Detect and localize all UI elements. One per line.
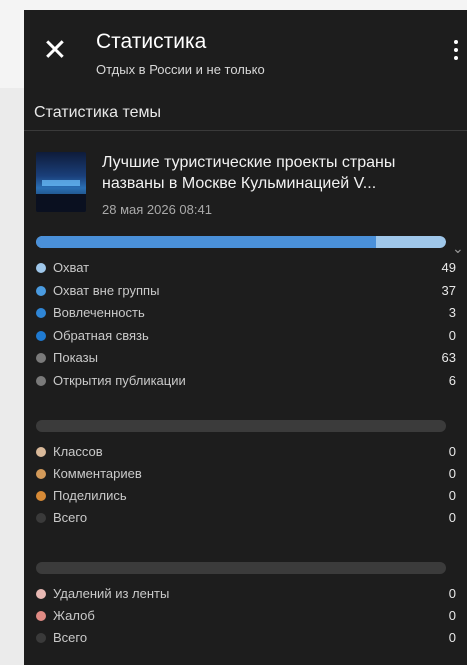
legend-dot-icon [36, 491, 46, 501]
stat-label: Обратная связь [53, 327, 149, 343]
legend-dot-icon [36, 633, 46, 643]
section-title: Статистика темы [34, 104, 162, 121]
background-card [0, 88, 24, 665]
stat-row: Поделились 0 [36, 488, 456, 506]
legend-dot-icon [36, 469, 46, 479]
post-title: Лучшие туристические проекты страны назв… [102, 154, 396, 192]
post-thumbnail [36, 152, 86, 212]
post-card[interactable]: Лучшие туристические проекты страны назв… [36, 152, 461, 222]
stat-value: 3 [448, 305, 456, 320]
stat-label: Комментариев [53, 466, 142, 481]
stat-row: Вовлеченность 3 [36, 305, 456, 323]
stat-label: Поделились [53, 488, 127, 503]
page-title: Статистика [96, 30, 207, 53]
close-icon[interactable]: ✕ [42, 36, 68, 66]
stat-row: Всего 0 [36, 630, 456, 648]
stat-value: 6 [448, 372, 456, 388]
reach-progress-bar [36, 236, 446, 248]
statistics-panel: ✕ Статистика Отдых в России и не только … [24, 10, 467, 665]
stat-row: Показы 63 [36, 350, 456, 368]
stat-value: 0 [448, 466, 456, 481]
stat-label: Открытия публикации [53, 372, 186, 388]
divider [24, 130, 467, 131]
stat-label: Жалоб [53, 608, 95, 623]
stat-row: Охват вне группы 37 [36, 283, 456, 301]
legend-dot-icon [36, 447, 46, 457]
stat-label: Классов [53, 444, 103, 459]
stat-value: 0 [448, 630, 456, 645]
top-bar: ✕ Статистика Отдых в России и не только [24, 10, 467, 96]
stat-label: Всего [53, 510, 88, 525]
stat-value: 0 [448, 327, 456, 343]
stat-value: 0 [448, 608, 456, 623]
interactions-progress-bar [36, 420, 446, 432]
stat-label: Вовлеченность [53, 305, 145, 320]
stat-row: Классов 0 [36, 444, 456, 462]
stat-value: 49 [441, 260, 456, 275]
stat-row: Всего 0 [36, 510, 456, 528]
more-menu-icon[interactable] [451, 40, 461, 66]
stat-row: Удалений из ленты 0 [36, 586, 456, 604]
stat-value: 37 [441, 282, 456, 298]
stat-value: 0 [448, 444, 456, 459]
stat-row: Комментариев 0 [36, 466, 456, 484]
stat-value: 0 [448, 488, 456, 503]
stat-label: Всего [53, 630, 88, 645]
legend-dot-icon [36, 330, 46, 341]
stat-label: Охват [53, 260, 90, 275]
legend-dot-icon [36, 353, 46, 363]
legend-dot-icon [36, 375, 46, 386]
negative-progress-bar [36, 562, 446, 574]
post-date: 28 мая 2026 08:41 [102, 202, 212, 217]
stat-row: Жалоб 0 [36, 608, 456, 626]
legend-dot-icon [36, 285, 46, 296]
stat-row: Обратная связь 0 [36, 328, 456, 346]
stat-label: Удалений из ленты [53, 586, 170, 601]
legend-dot-icon [36, 263, 46, 273]
legend-dot-icon [36, 589, 46, 599]
stat-label: Охват вне группы [53, 282, 160, 298]
page-subtitle: Отдых в России и не только [96, 62, 265, 77]
legend-dot-icon [36, 513, 46, 523]
legend-dot-icon [36, 611, 46, 621]
stat-row: Открытия публикации 6 [36, 373, 456, 391]
stat-row: Охват 49 [36, 260, 456, 278]
stat-value: 0 [448, 586, 456, 601]
stat-value: 63 [441, 350, 456, 365]
chevron-down-icon[interactable]: ⌄ [452, 240, 464, 257]
stat-value: 0 [448, 510, 456, 525]
stat-label: Показы [53, 350, 98, 365]
legend-dot-icon [36, 308, 46, 318]
reach-bar-segment [36, 236, 377, 248]
